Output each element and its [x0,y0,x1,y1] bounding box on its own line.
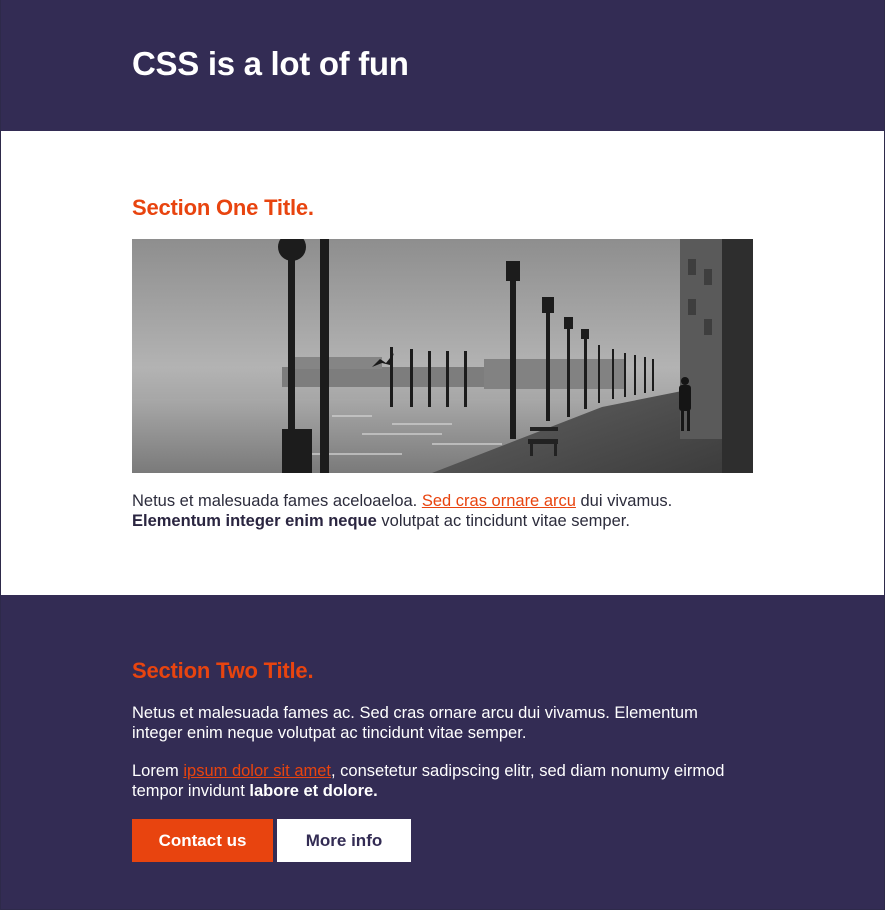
bold-text: labore et dolore. [249,782,378,800]
section-one: Section One Title. Netus et malesuada fa… [0,131,885,595]
page-title: CSS is a lot of fun [132,45,409,82]
paragraph-text: Netus et malesuada fames aceloaeloa. [132,492,422,510]
section-one-paragraph: Netus et malesuada fames aceloaeloa. Sed… [132,491,772,531]
sed-cras-link[interactable]: Sed cras ornare arcu [422,492,576,510]
paragraph-text: dui vivamus. [575,492,673,510]
section-one-title: Section One Title. [132,195,314,220]
section-two: Section Two Title. Netus et malesuada fa… [0,595,885,910]
section-two-paragraph-2: Lorem ipsum dolor sit amet, consetetur s… [132,761,752,801]
bold-text: Elementum integer enim neque [132,512,377,530]
page-header: CSS is a lot of fun [0,0,885,131]
paragraph-text: Lorem [132,762,184,780]
section-two-paragraph-1: Netus et malesuada fames ac. Sed cras or… [132,704,698,742]
more-info-button[interactable]: More info [277,819,411,862]
contact-us-button[interactable]: Contact us [132,819,273,862]
paragraph-text: volutpat ac tincidunt vitae semper. [376,512,630,530]
ipsum-dolor-link[interactable]: ipsum dolor sit amet [183,762,331,780]
section-two-title: Section Two Title. [132,658,314,683]
foggy-waterfront-photo [132,239,753,473]
